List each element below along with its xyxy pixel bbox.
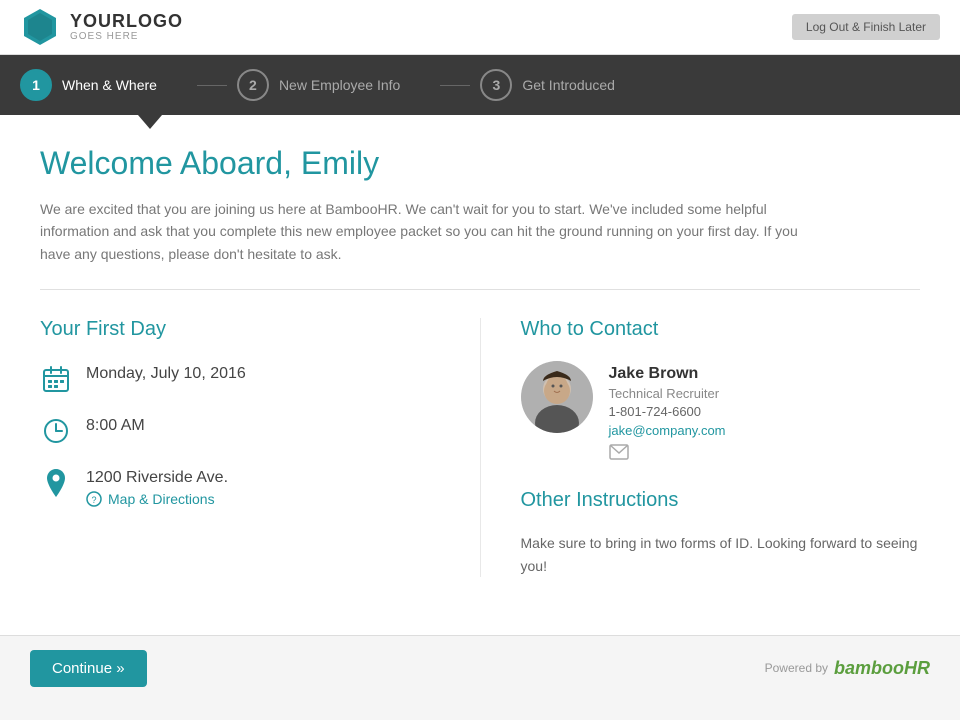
two-column-layout: Your First Day Monday, July bbox=[40, 318, 920, 577]
clock-icon bbox=[40, 415, 72, 447]
logo-icon bbox=[20, 7, 60, 47]
brand-sub: GOES HERE bbox=[70, 31, 183, 42]
avatar-image bbox=[521, 361, 593, 433]
logo-text: YOURLOGO GOES HERE bbox=[70, 12, 183, 43]
address-text: 1200 Riverside Ave. bbox=[86, 465, 228, 487]
contact-role: Technical Recruiter bbox=[609, 386, 726, 401]
map-directions-link[interactable]: ? Map & Directions bbox=[86, 491, 228, 507]
calendar-icon bbox=[40, 363, 72, 395]
steps-bar: 1 When & Where 2 New Employee Info 3 Get… bbox=[0, 55, 960, 115]
mail-icon bbox=[609, 444, 726, 465]
powered-by: Powered by bambooHR bbox=[765, 658, 930, 679]
contact-phone: 1-801-724-6600 bbox=[609, 404, 726, 419]
step-3[interactable]: 3 Get Introduced bbox=[480, 69, 615, 101]
step-divider-1 bbox=[197, 85, 227, 86]
contact-name: Jake Brown bbox=[609, 365, 726, 383]
logo-area: YOURLOGO GOES HERE bbox=[20, 7, 183, 47]
step-1-label: When & Where bbox=[62, 77, 157, 93]
header: YOURLOGO GOES HERE Log Out & Finish Late… bbox=[0, 0, 960, 55]
step-3-label: Get Introduced bbox=[522, 77, 615, 93]
welcome-title: Welcome Aboard, Emily bbox=[40, 145, 920, 182]
arrow-down bbox=[138, 115, 162, 129]
step-2-label: New Employee Info bbox=[279, 77, 400, 93]
other-instructions-text: Make sure to bring in two forms of ID. L… bbox=[521, 532, 921, 577]
first-day-title: Your First Day bbox=[40, 318, 440, 341]
avatar bbox=[521, 361, 593, 433]
contact-email-link[interactable]: jake@company.com bbox=[609, 423, 726, 438]
bamboohr-logo: bambooHR bbox=[834, 658, 930, 679]
powered-label: Powered by bbox=[765, 661, 828, 675]
brand-name: YOURLOGO bbox=[70, 12, 183, 32]
contact-column: Who to Contact J bbox=[480, 318, 921, 577]
contact-area: Jake Brown Technical Recruiter 1-801-724… bbox=[521, 361, 921, 465]
other-instructions-title: Other Instructions bbox=[521, 489, 921, 512]
date-row: Monday, July 10, 2016 bbox=[40, 361, 440, 395]
time-row: 8:00 AM bbox=[40, 413, 440, 447]
contact-details: Jake Brown Technical Recruiter 1-801-724… bbox=[609, 361, 726, 465]
step-2-circle: 2 bbox=[237, 69, 269, 101]
logout-button[interactable]: Log Out & Finish Later bbox=[792, 14, 940, 40]
step-3-circle: 3 bbox=[480, 69, 512, 101]
step-2[interactable]: 2 New Employee Info bbox=[237, 69, 400, 101]
continue-button[interactable]: Continue » bbox=[30, 650, 147, 687]
step-1-circle: 1 bbox=[20, 69, 52, 101]
location-icon bbox=[40, 467, 72, 499]
contact-title: Who to Contact bbox=[521, 318, 921, 341]
svg-text:?: ? bbox=[91, 495, 96, 505]
address-block: 1200 Riverside Ave. ? Map & Directions bbox=[86, 465, 228, 507]
first-day-column: Your First Day Monday, July bbox=[40, 318, 480, 577]
date-text: Monday, July 10, 2016 bbox=[86, 361, 246, 383]
step-divider-2 bbox=[440, 85, 470, 86]
main-content: Welcome Aboard, Emily We are excited tha… bbox=[0, 115, 960, 635]
address-row: 1200 Riverside Ave. ? Map & Directions bbox=[40, 465, 440, 507]
time-text: 8:00 AM bbox=[86, 413, 145, 435]
map-link-icon: ? bbox=[86, 491, 102, 507]
footer: Continue » Powered by bambooHR bbox=[0, 635, 960, 700]
welcome-text: We are excited that you are joining us h… bbox=[40, 198, 820, 265]
step-1[interactable]: 1 When & Where bbox=[20, 69, 157, 101]
content-divider bbox=[40, 289, 920, 290]
